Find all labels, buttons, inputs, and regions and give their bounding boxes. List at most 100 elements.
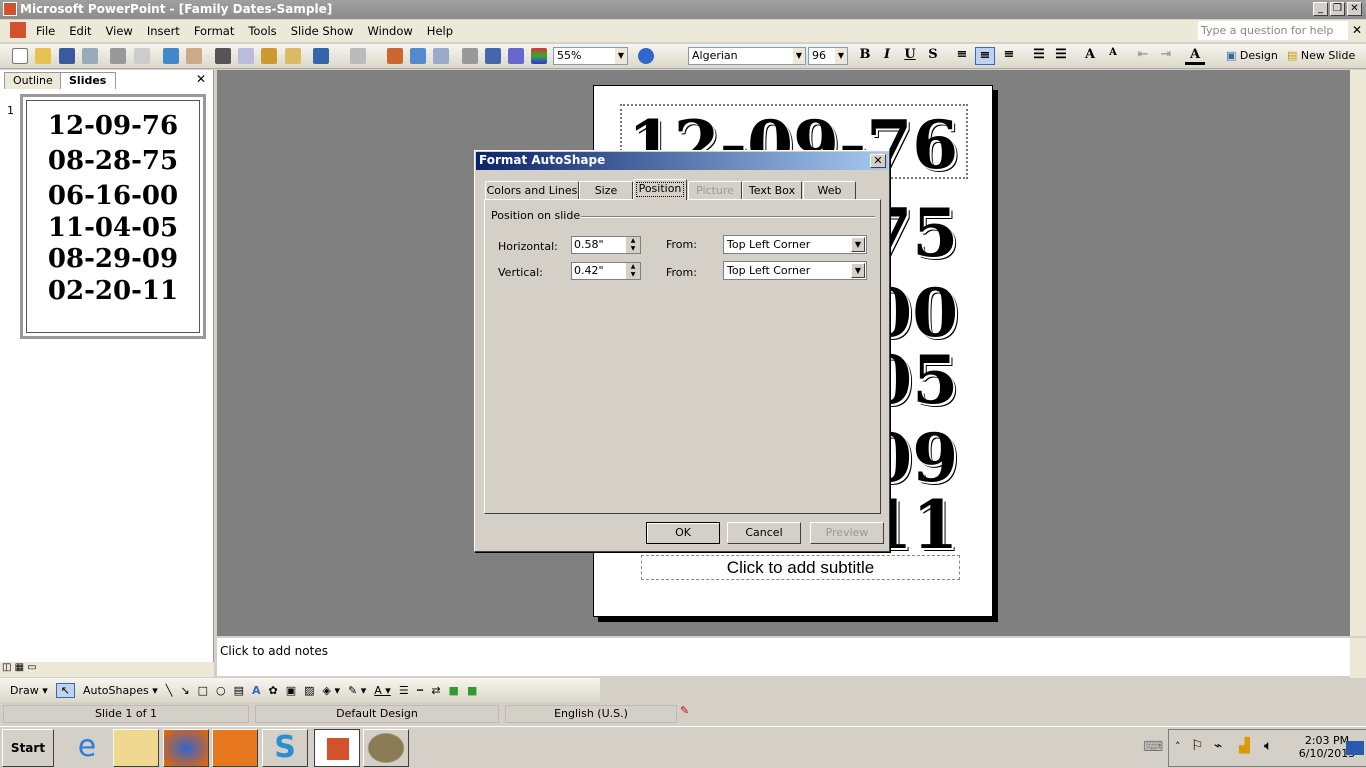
3d-icon[interactable]: ■ — [467, 684, 477, 697]
design-button[interactable]: ▣ Design — [1226, 49, 1278, 62]
start-button[interactable]: Start — [2, 729, 54, 767]
notes-scrollbar[interactable] — [1350, 638, 1366, 678]
subtitle-placeholder[interactable]: Click to add subtitle — [641, 555, 960, 580]
tables-borders-icon[interactable] — [433, 48, 449, 64]
chevron-down-icon[interactable]: ▼ — [851, 237, 865, 252]
power-icon[interactable]: ⌁ — [1214, 738, 1222, 754]
show-formatting-icon[interactable] — [485, 48, 501, 64]
color-grayscale-icon[interactable] — [531, 48, 547, 64]
grid-icon[interactable] — [508, 48, 524, 64]
font-color-button[interactable]: A — [1185, 47, 1205, 65]
font-size-combo[interactable]: 96 ▼ — [808, 47, 848, 65]
horizontal-input[interactable]: 0.58" ▲ ▼ — [571, 236, 641, 254]
powerpoint-app-icon[interactable] — [3, 2, 17, 16]
print-icon[interactable] — [110, 48, 126, 64]
tab-outline[interactable]: Outline — [4, 72, 62, 89]
chevron-down-icon[interactable]: ▼ — [835, 48, 847, 64]
center-button[interactable]: ≡ — [975, 47, 995, 65]
arrow-style-icon[interactable]: ⇄ — [431, 684, 440, 697]
bullets-button[interactable]: ☰ — [1051, 47, 1071, 65]
print-preview-icon[interactable] — [134, 48, 150, 64]
insert-table-icon[interactable] — [410, 48, 426, 64]
show-desktop-icon[interactable] — [1346, 741, 1364, 755]
oval-icon[interactable]: ○ — [216, 684, 226, 697]
spelling-icon[interactable] — [163, 48, 179, 64]
network-icon[interactable]: ▟ — [1239, 738, 1250, 754]
shadow-icon[interactable]: ■ — [449, 684, 459, 697]
new-slide-button[interactable]: ▤ New Slide — [1287, 49, 1355, 62]
new-icon[interactable] — [12, 48, 28, 64]
spin-arrows-icon[interactable]: ▲ ▼ — [626, 237, 640, 253]
preview-button[interactable]: Preview — [810, 522, 884, 544]
decrease-font-button[interactable]: A — [1103, 47, 1123, 65]
bold-button[interactable]: B — [855, 47, 875, 65]
numbering-button[interactable]: ☰ — [1029, 47, 1049, 65]
menu-insert[interactable]: Insert — [147, 24, 180, 38]
chevron-down-icon[interactable]: ▼ — [615, 48, 627, 64]
tab-picture[interactable]: Picture — [688, 181, 742, 200]
rectangle-icon[interactable]: □ — [198, 684, 208, 697]
copy-icon[interactable] — [238, 48, 254, 64]
slide-show-icon[interactable]: ▭ — [27, 662, 36, 673]
fill-color-icon[interactable]: ◈ ▾ — [323, 684, 340, 697]
menu-file[interactable]: File — [36, 24, 55, 38]
font-combo[interactable]: Algerian ▼ — [688, 47, 806, 65]
notes-pane[interactable]: Click to add notes — [217, 638, 1350, 676]
decrease-indent-button[interactable]: ⇤ — [1133, 47, 1153, 65]
textbox-icon[interactable]: ▤ — [234, 684, 244, 697]
italic-button[interactable]: I — [877, 47, 897, 65]
tab-position[interactable]: Position — [633, 179, 687, 200]
powerpoint-task-icon[interactable] — [314, 729, 360, 767]
increase-font-button[interactable]: A — [1080, 47, 1100, 65]
keyboard-icon[interactable]: ⌨ — [1143, 739, 1163, 755]
vertical-input[interactable]: 0.42" ▲ ▼ — [571, 262, 641, 280]
menu-tools[interactable]: Tools — [248, 24, 276, 38]
close-document-icon[interactable]: ✕ — [1352, 23, 1362, 37]
expand-all-icon[interactable] — [462, 48, 478, 64]
line-color-icon[interactable]: ✎ ▾ — [348, 684, 366, 697]
clipart-icon[interactable]: ▣ — [286, 684, 296, 697]
internet-explorer-icon[interactable]: e — [64, 729, 110, 767]
arrow-icon[interactable]: ↘ — [180, 684, 189, 697]
format-painter-icon[interactable] — [285, 48, 301, 64]
shadow-button[interactable]: S — [923, 47, 943, 65]
action-center-flag-icon[interactable]: ⚐ — [1191, 738, 1204, 754]
normal-view-icon[interactable]: ◫ — [2, 662, 11, 673]
paste-icon[interactable] — [261, 48, 277, 64]
line-style-icon[interactable]: ☰ — [399, 684, 409, 697]
research-icon[interactable] — [186, 48, 202, 64]
cancel-button[interactable]: Cancel — [727, 522, 801, 544]
close-button[interactable]: ✕ — [1347, 2, 1362, 16]
increase-indent-button[interactable]: ⇥ — [1156, 47, 1176, 65]
undo-icon[interactable] — [313, 48, 329, 64]
slide-thumbnail[interactable]: 12-09-76 08-28-75 06-16-00 11-04-05 08-2… — [20, 94, 206, 339]
menu-view[interactable]: View — [106, 24, 133, 38]
vertical-from-select[interactable]: Top Left Corner ▼ — [723, 261, 867, 280]
chevron-down-icon[interactable]: ▼ — [851, 263, 865, 278]
skype-icon[interactable]: S — [262, 729, 308, 767]
help-search-input[interactable]: Type a question for help — [1198, 21, 1348, 40]
explorer-icon[interactable] — [113, 729, 159, 767]
underline-button[interactable]: U — [900, 47, 920, 65]
menu-window[interactable]: Window — [367, 24, 412, 38]
insert-chart-icon[interactable] — [387, 48, 403, 64]
slide-sorter-icon[interactable]: ▦ — [15, 662, 24, 673]
picture-icon[interactable]: ▨ — [304, 684, 314, 697]
restore-button[interactable]: ❐ — [1330, 2, 1345, 16]
horizontal-from-select[interactable]: Top Left Corner ▼ — [723, 235, 867, 254]
select-pointer-icon[interactable]: ↖ — [55, 682, 75, 698]
volume-icon[interactable]: 🔈︎ — [1264, 738, 1272, 754]
firefox-icon[interactable] — [163, 729, 209, 767]
document-icon[interactable] — [10, 22, 26, 38]
tab-web[interactable]: Web — [803, 181, 856, 200]
cut-icon[interactable] — [215, 48, 231, 64]
show-hidden-icon[interactable]: ˄ — [1175, 740, 1181, 753]
tab-size[interactable]: Size — [579, 181, 633, 200]
chevron-down-icon[interactable]: ▼ — [793, 48, 805, 64]
wordart-icon[interactable]: A — [252, 684, 261, 697]
help-icon[interactable] — [638, 48, 654, 64]
tab-colors-and-lines[interactable]: Colors and Lines — [485, 181, 579, 200]
menu-slide-show[interactable]: Slide Show — [291, 24, 354, 38]
align-right-button[interactable]: ≡ — [999, 47, 1019, 65]
media-player-icon[interactable] — [212, 729, 258, 767]
